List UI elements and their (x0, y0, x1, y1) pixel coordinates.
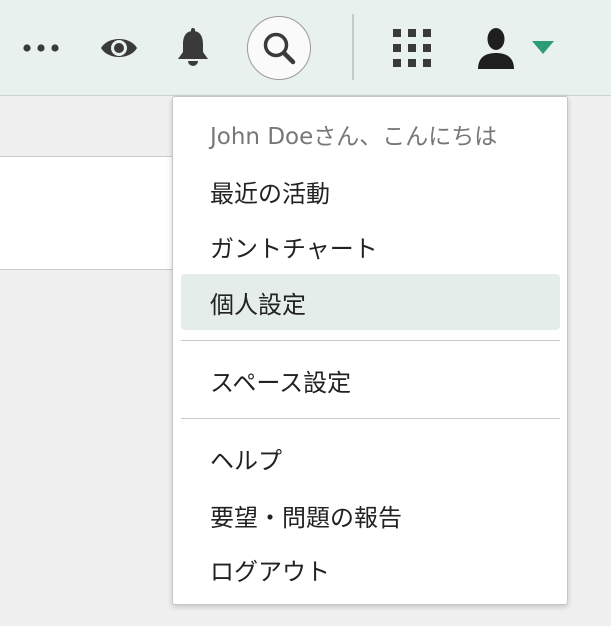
search-icon (263, 32, 296, 65)
watch-button[interactable] (96, 0, 142, 96)
menu-item-space-settings[interactable]: スペース設定 (181, 352, 560, 408)
menu-item-help[interactable]: ヘルプ (181, 430, 560, 486)
menu-separator (181, 418, 560, 419)
eye-icon (101, 39, 137, 57)
apps-grid-icon (393, 29, 431, 67)
greeting-text: John Doeさん、こんにちは (210, 124, 498, 150)
caret-down-icon (532, 41, 554, 54)
bell-icon (178, 28, 208, 66)
user-icon (478, 28, 514, 69)
more-button[interactable] (18, 0, 64, 96)
menu-item-report-issue[interactable]: 要望・問題の報告 (181, 487, 560, 543)
apps-button[interactable] (388, 0, 436, 96)
menu-item-gantt-chart[interactable]: ガントチャート (181, 218, 560, 274)
header-divider (352, 14, 354, 80)
menu-item-logout[interactable]: ログアウト (181, 541, 560, 597)
top-header-bar (0, 0, 611, 96)
menu-item-recent-activity[interactable]: 最近の活動 (181, 163, 560, 219)
notifications-button[interactable] (170, 0, 216, 96)
more-dots-icon (23, 44, 59, 52)
user-menu-button[interactable] (474, 0, 574, 96)
menu-item-personal-settings[interactable]: 個人設定 (181, 274, 560, 330)
user-dropdown-menu: John Doeさん、こんにちは 最近の活動 ガントチャート 個人設定 スペース… (172, 96, 568, 605)
menu-separator (181, 340, 560, 341)
search-button[interactable] (246, 0, 312, 96)
search-button-circle (247, 16, 311, 80)
